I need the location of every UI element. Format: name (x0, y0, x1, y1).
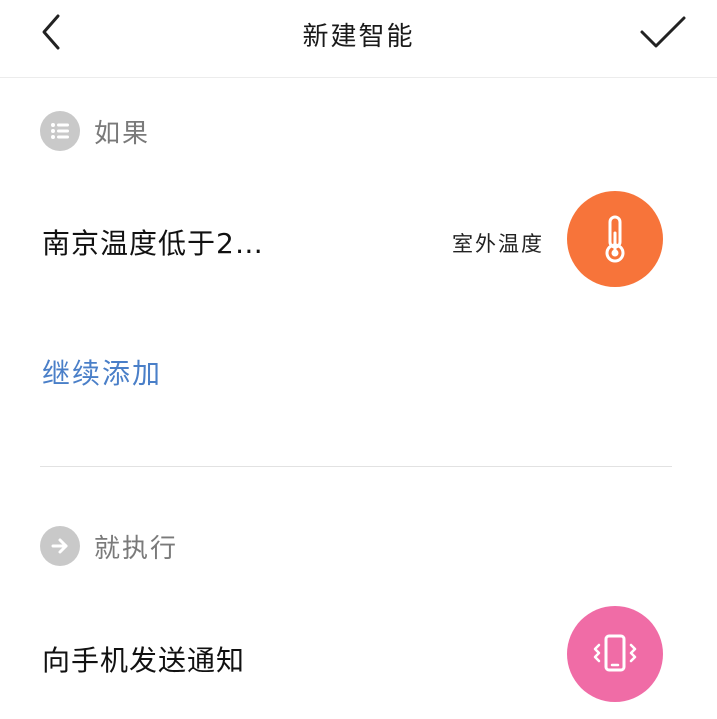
top-bar: 新建智能 (0, 0, 717, 78)
if-section-label: 如果 (94, 118, 151, 149)
condition-row[interactable]: 南京温度低于2… 室外温度 (0, 190, 717, 290)
then-section-label: 就执行 (94, 533, 179, 564)
condition-type-label: 室外温度 (452, 232, 544, 256)
page-title: 新建智能 (302, 22, 415, 52)
action-title: 向手机发送通知 (42, 644, 246, 677)
add-more-link[interactable]: 继续添加 (42, 352, 162, 392)
condition-title: 南京温度低于2… (42, 227, 264, 260)
then-section-header: 就执行 (40, 525, 178, 567)
new-smart-scene-page: 新建智能 如果 南京温度低于2… 室外温度 继续添加 就执行 向手机发送通知 (0, 0, 717, 719)
section-divider (40, 466, 672, 467)
action-row[interactable]: 向手机发送通知 (0, 606, 717, 706)
arrow-right-icon (40, 526, 80, 566)
thermometer-icon (567, 191, 663, 287)
confirm-button[interactable] (636, 10, 690, 54)
list-icon (40, 111, 80, 151)
if-section-header: 如果 (40, 110, 150, 152)
checkmark-icon (640, 16, 686, 48)
phone-vibrate-icon (567, 606, 663, 702)
